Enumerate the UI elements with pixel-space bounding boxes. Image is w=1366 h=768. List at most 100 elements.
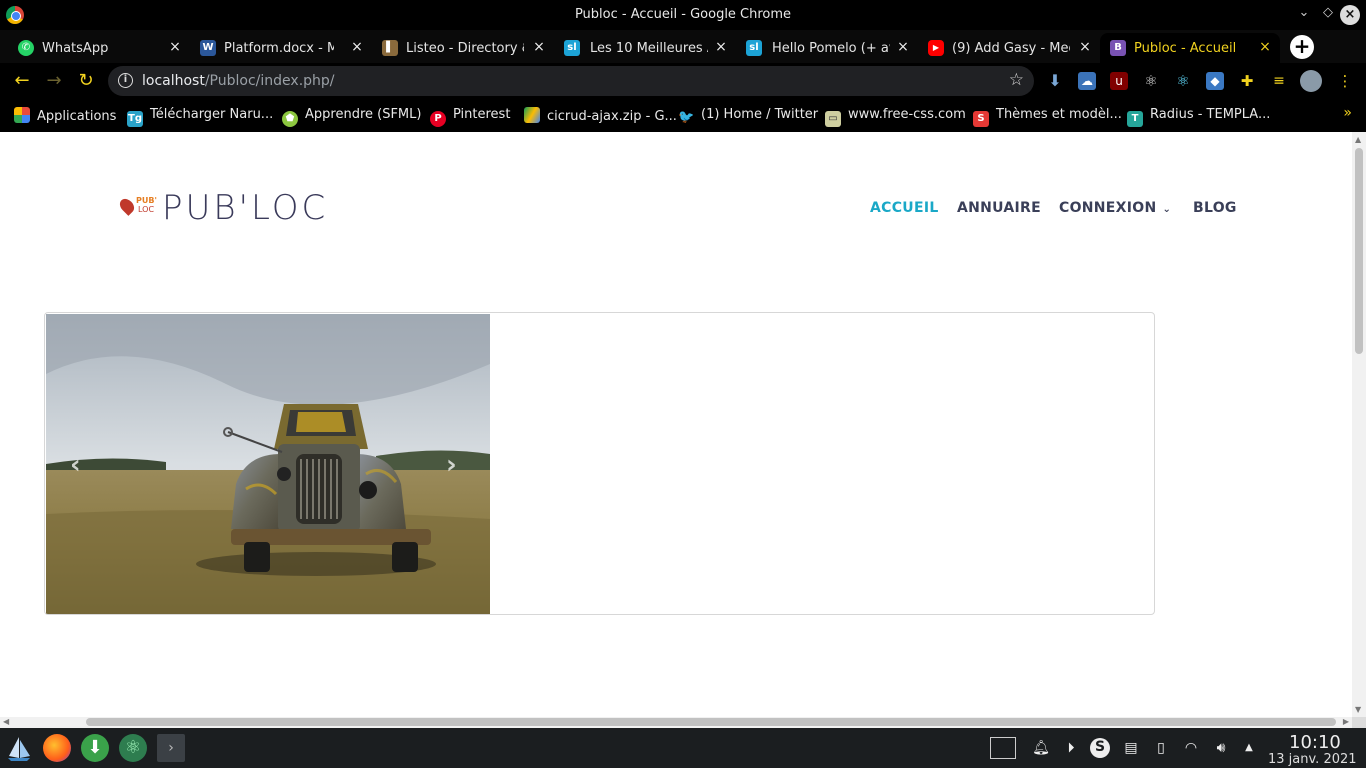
bookmark-label: Apprendre (SFML) xyxy=(305,107,422,122)
free-css-icon: ▭ xyxy=(825,111,841,127)
carousel-prev-icon[interactable]: ‹ xyxy=(70,450,81,480)
tab-listeo[interactable]: ▌ Listeo - Directory & × xyxy=(372,33,552,63)
close-tab-icon[interactable]: × xyxy=(713,39,729,55)
tag-extension-icon[interactable]: ◆ xyxy=(1206,72,1224,90)
nav-blog[interactable]: BLOG xyxy=(1193,200,1237,216)
horizontal-scroll-thumb[interactable] xyxy=(86,718,1336,726)
youtube-icon: ▶ xyxy=(928,40,944,56)
atom-extension-icon[interactable]: ⚛ xyxy=(1142,72,1160,90)
clipboard-icon[interactable]: ▤ xyxy=(1122,739,1140,757)
scroll-left-icon[interactable]: ◀ xyxy=(3,717,9,726)
chrome-menu-icon[interactable]: ⋮ xyxy=(1336,72,1354,90)
device-icon[interactable]: ▯ xyxy=(1152,739,1170,757)
new-tab-button[interactable]: + xyxy=(1290,35,1314,59)
show-desktop-icon[interactable] xyxy=(990,737,1016,759)
download-extension-icon[interactable]: ⬇ xyxy=(1046,72,1064,90)
tab-publoc-accueil[interactable]: B Publoc - Accueil × xyxy=(1100,33,1280,63)
scroll-up-icon[interactable]: ▲ xyxy=(1355,135,1361,144)
horizontal-scrollbar[interactable]: ◀ ▶ xyxy=(0,717,1352,728)
url-text[interactable]: localhost/Publoc/index.php/ xyxy=(142,73,335,89)
maximize-icon[interactable]: ◇ xyxy=(1318,5,1338,20)
nav-annuaire[interactable]: ANNUAIRE xyxy=(957,200,1041,216)
tab-whatsapp[interactable]: ✆ WhatsApp × xyxy=(8,33,188,63)
back-icon[interactable]: ← xyxy=(12,71,32,91)
site-info-icon[interactable]: i xyxy=(118,73,133,88)
volume-icon[interactable]: 🔊︎ xyxy=(1212,739,1230,757)
bookmark-twitter[interactable]: 🐦 (1) Home / Twitter xyxy=(678,107,818,125)
media-player-icon[interactable]: ⏵ xyxy=(1062,739,1080,757)
address-bar[interactable]: i localhost/Publoc/index.php/ ☆ xyxy=(108,66,1034,96)
tab-hello-pomelo[interactable]: sl Hello Pomelo (+ avi × xyxy=(736,33,916,63)
wifi-icon[interactable]: ◠ xyxy=(1182,739,1200,757)
pinterest-icon: P xyxy=(430,111,446,127)
scroll-right-icon[interactable]: ▶ xyxy=(1343,717,1349,726)
firefox-icon[interactable] xyxy=(43,734,71,762)
skype-icon[interactable]: S xyxy=(1090,738,1110,758)
bookmark-star-icon[interactable]: ☆ xyxy=(1009,70,1024,90)
bookmark-telecharger[interactable]: Tg Télécharger Naru... xyxy=(127,107,273,127)
cloud-extension-icon[interactable]: ☁ xyxy=(1078,72,1096,90)
terminal-icon[interactable]: › xyxy=(157,734,185,762)
atom-app-icon[interactable]: ⚛ xyxy=(119,734,147,762)
close-tab-icon[interactable]: × xyxy=(167,39,183,55)
bookmark-label: (1) Home / Twitter xyxy=(701,107,819,122)
download-manager-icon[interactable]: ⬇ xyxy=(81,734,109,762)
close-tab-icon[interactable]: × xyxy=(895,39,911,55)
scrollbar-corner xyxy=(1352,717,1366,728)
map-pin-icon xyxy=(117,196,137,216)
bookmark-radius[interactable]: T Radius - TEMPLA... xyxy=(1127,107,1271,127)
drive-icon xyxy=(524,107,540,123)
nav-connexion-label: CONNEXION xyxy=(1059,200,1157,216)
media-controls-icon[interactable]: ≡ xyxy=(1270,72,1288,90)
bookmark-free-css[interactable]: ▭ www.free-css.com xyxy=(825,107,966,127)
featured-card: ‹ › xyxy=(44,312,1155,615)
tab-meilleures[interactable]: sl Les 10 Meilleures Ac × xyxy=(554,33,734,63)
bookmarks-overflow-icon[interactable]: » xyxy=(1343,105,1352,121)
tray-expand-icon[interactable]: ▲ xyxy=(1240,739,1258,757)
nav-accueil[interactable]: ACCUEIL xyxy=(870,200,939,216)
scroll-down-icon[interactable]: ▼ xyxy=(1355,705,1361,714)
tab-label: WhatsApp xyxy=(42,41,109,56)
bookmark-cicrud[interactable]: cicrud-ajax.zip - G... xyxy=(524,107,677,125)
close-tab-icon[interactable]: × xyxy=(349,39,365,55)
clock-time[interactable]: 10:10 xyxy=(1289,732,1341,753)
profile-avatar[interactable] xyxy=(1300,70,1322,92)
vertical-scrollbar[interactable]: ▲ ▼ xyxy=(1352,132,1366,717)
tab-label: Platform.docx - Mic xyxy=(224,41,334,56)
notifications-bell-icon[interactable]: 🔔︎ xyxy=(1032,739,1050,757)
close-window-button[interactable]: × xyxy=(1340,5,1360,25)
os-taskbar: ⬇ ⚛ › 🔔︎ ⏵ S ▤ ▯ ◠ 🔊︎ ▲ 10:10 13 janv. 2… xyxy=(0,728,1366,768)
react-devtools-icon[interactable]: ⚛ xyxy=(1174,72,1192,90)
carousel-next-icon[interactable]: › xyxy=(446,450,457,480)
nav-connexion[interactable]: CONNEXION ⌄ xyxy=(1059,200,1171,216)
image-carousel[interactable]: ‹ › xyxy=(46,314,490,614)
sl-icon: sl xyxy=(746,40,762,56)
tg-icon: Tg xyxy=(127,111,143,127)
bookmarks-bar: Applications Tg Télécharger Naru... ⬟ Appr… xyxy=(0,98,1366,132)
vertical-scroll-thumb[interactable] xyxy=(1355,148,1363,354)
bookmark-label: Pinterest xyxy=(453,107,511,122)
bookmark-pinterest[interactable]: P Pinterest xyxy=(430,107,511,127)
extensions-puzzle-icon[interactable]: ✚ xyxy=(1238,72,1256,90)
bookmark-themes[interactable]: S Thèmes et modèl... xyxy=(973,107,1122,127)
bookmark-applications[interactable]: Applications xyxy=(14,107,116,125)
kde-menu-icon[interactable] xyxy=(5,734,33,762)
ublock-icon[interactable]: u xyxy=(1110,72,1128,90)
reload-icon[interactable]: ↻ xyxy=(76,71,96,91)
tab-add-gasy[interactable]: ▶ (9) Add Gasy - Medi × xyxy=(918,33,1098,63)
logo-wordmark: PUB'LOC xyxy=(162,188,329,228)
clock-date[interactable]: 13 janv. 2021 xyxy=(1268,752,1357,767)
s-icon: S xyxy=(973,111,989,127)
close-tab-icon[interactable]: × xyxy=(531,39,547,55)
bookmark-label: Radius - TEMPLA... xyxy=(1150,107,1271,122)
forward-icon[interactable]: → xyxy=(44,71,64,91)
bookmark-sfml[interactable]: ⬟ Apprendre (SFML) xyxy=(282,107,422,127)
tab-platform-docx[interactable]: W Platform.docx - Mic × xyxy=(190,33,370,63)
chevron-down-icon: ⌄ xyxy=(1162,204,1172,215)
bootstrap-icon: B xyxy=(1110,40,1126,56)
twitter-icon: 🐦 xyxy=(678,110,695,125)
minimize-icon[interactable]: ⌄ xyxy=(1294,5,1314,20)
apps-grid-icon xyxy=(14,107,30,123)
close-tab-icon[interactable]: × xyxy=(1257,39,1273,55)
close-tab-icon[interactable]: × xyxy=(1077,39,1093,55)
